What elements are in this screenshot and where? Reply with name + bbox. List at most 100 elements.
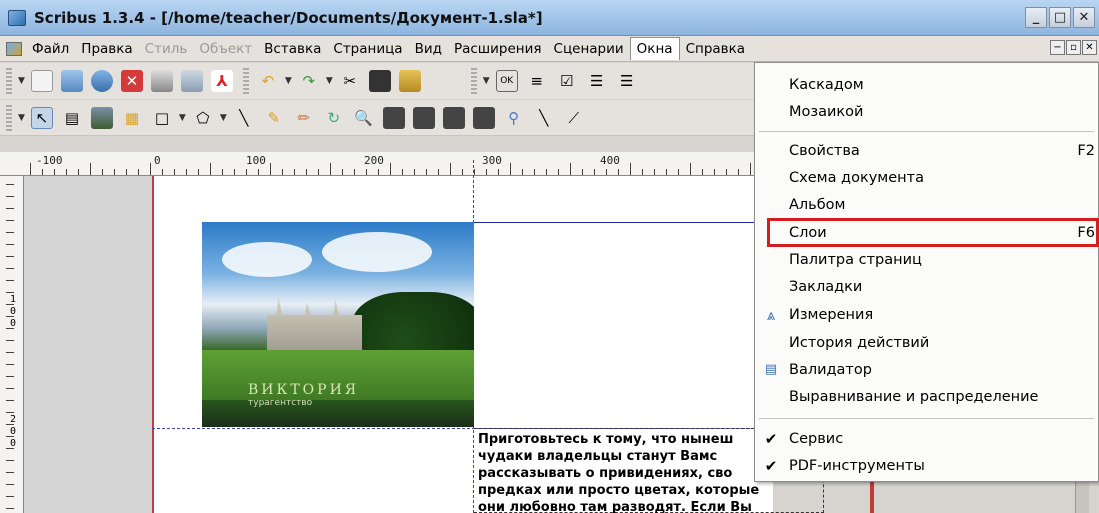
ruler-tick bbox=[6, 280, 14, 281]
ruler-tick bbox=[6, 220, 14, 221]
menu-item-scrapbook[interactable]: Альбом bbox=[755, 191, 1098, 218]
castle-image-frame[interactable]: ВИКТОРИЯ турагентство bbox=[202, 222, 474, 427]
menu-edit[interactable]: Правка bbox=[75, 38, 138, 60]
close-button[interactable]: ✕ bbox=[1073, 7, 1095, 28]
ruler-tick bbox=[6, 364, 14, 365]
ruler-tick bbox=[186, 169, 187, 175]
cut-icon[interactable]: ✂ bbox=[339, 70, 361, 92]
combobox-widget-icon[interactable]: ☰ bbox=[586, 70, 608, 92]
mdi-close-button[interactable]: ✕ bbox=[1082, 40, 1097, 55]
menu-style[interactable]: Стиль bbox=[139, 38, 194, 60]
menu-item-action-history[interactable]: История действий bbox=[755, 329, 1098, 356]
ruler-tick bbox=[546, 169, 547, 175]
ruler-tick bbox=[78, 169, 79, 175]
image-frame-icon[interactable] bbox=[90, 106, 113, 129]
maximize-button[interactable]: □ bbox=[1049, 7, 1071, 28]
checkbox-widget-icon[interactable]: ☑ bbox=[556, 70, 578, 92]
menu-file[interactable]: Файл bbox=[26, 38, 75, 60]
menu-item-tile[interactable]: Мозаикой bbox=[755, 98, 1098, 125]
menu-item-align-distribute[interactable]: Выравнивание и распределение bbox=[755, 383, 1098, 410]
file-toolbar: ▼ ✕ ⅄ ↶ ▼ ↷ ▼ ✂ ▼ OK ≡ ☑ ☰ ☰ bbox=[0, 63, 760, 99]
mdi-restore-button[interactable]: ▫ bbox=[1066, 40, 1081, 55]
edit-text-icon[interactable] bbox=[412, 106, 435, 129]
ruler-tick bbox=[114, 169, 115, 175]
toolbar-grip[interactable] bbox=[6, 104, 12, 131]
paste-icon[interactable] bbox=[398, 70, 421, 92]
dropdown-arrow-icon[interactable]: ▼ bbox=[18, 113, 25, 123]
undo-icon[interactable]: ↶ bbox=[257, 70, 279, 92]
select-pointer-icon[interactable]: ↖ bbox=[30, 106, 53, 129]
menu-item-cascade[interactable]: Каскадом bbox=[755, 71, 1098, 98]
ruler-tick bbox=[6, 196, 14, 197]
listbox-widget-icon[interactable]: ☰ bbox=[616, 70, 638, 92]
link-frames-icon[interactable] bbox=[442, 106, 465, 129]
menu-bar: Файл Правка Стиль Объект Вставка Страниц… bbox=[0, 36, 1099, 62]
ruler-tick bbox=[738, 169, 739, 175]
menu-insert[interactable]: Вставка bbox=[258, 38, 327, 60]
mdi-minimize-button[interactable]: − bbox=[1050, 40, 1065, 55]
ruler-tick bbox=[162, 169, 163, 175]
toolbar-grip[interactable] bbox=[242, 68, 249, 94]
text-frame-icon[interactable]: ▤ bbox=[61, 107, 83, 129]
toolbar-grip[interactable] bbox=[470, 68, 477, 94]
menu-item-properties[interactable]: Свойства F2 bbox=[755, 137, 1098, 164]
horizontal-ruler[interactable]: -100 0 100 200 300 400 bbox=[0, 152, 760, 176]
menu-item-measurements[interactable]: ⩓ Измерения bbox=[755, 301, 1098, 328]
rectangle-shape-icon[interactable]: □ bbox=[151, 107, 173, 129]
button-widget-icon[interactable]: OK bbox=[495, 70, 518, 92]
eyedropper-icon[interactable]: ⟋ bbox=[563, 107, 585, 129]
menu-item-tools[interactable]: ✔ Сервис bbox=[755, 425, 1098, 452]
dropdown-arrow-icon[interactable]: ▼ bbox=[220, 113, 227, 123]
unlink-frames-icon[interactable] bbox=[472, 106, 495, 129]
menu-help[interactable]: Справка bbox=[680, 38, 751, 60]
zoom-icon[interactable]: 🔍 bbox=[353, 107, 375, 129]
cloud bbox=[222, 242, 312, 277]
polygon-icon[interactable]: ⬠ bbox=[192, 107, 214, 129]
document-icon bbox=[6, 41, 22, 56]
menu-page[interactable]: Страница bbox=[327, 38, 408, 60]
export-pdf-icon[interactable]: ⅄ bbox=[210, 70, 233, 92]
edit-contents-icon[interactable] bbox=[382, 106, 405, 129]
menu-item-bookmarks[interactable]: Закладки bbox=[755, 273, 1098, 300]
rotate-icon[interactable]: ↻ bbox=[323, 107, 345, 129]
save-icon[interactable] bbox=[90, 70, 113, 92]
vertical-ruler[interactable]: 1 0 0 2 0 0 bbox=[0, 176, 24, 513]
text-field-icon[interactable]: ≡ bbox=[526, 70, 548, 92]
menu-item-pdf-tools[interactable]: ✔ PDF-инструменты bbox=[755, 452, 1098, 479]
menu-windows[interactable]: Окна bbox=[629, 37, 680, 60]
dropdown-arrow-icon[interactable]: ▼ bbox=[285, 76, 292, 86]
copy-icon[interactable] bbox=[368, 70, 391, 92]
ruler-label: -100 bbox=[36, 154, 63, 167]
minimize-button[interactable]: _ bbox=[1025, 7, 1047, 28]
dropdown-arrow-icon[interactable]: ▼ bbox=[179, 113, 186, 123]
toolbar-grip[interactable] bbox=[6, 68, 12, 94]
dropdown-arrow-icon[interactable]: ▼ bbox=[483, 76, 490, 86]
dropdown-arrow-icon[interactable]: ▼ bbox=[326, 76, 333, 86]
measurements-icon[interactable]: ⚲ bbox=[503, 107, 525, 129]
ruler-tick bbox=[282, 169, 283, 175]
ruler-tick bbox=[150, 163, 151, 175]
menu-scripts[interactable]: Сценарии bbox=[548, 38, 630, 60]
ruler-tick bbox=[234, 169, 235, 175]
print-icon[interactable] bbox=[150, 70, 173, 92]
redo-icon[interactable]: ↷ bbox=[298, 70, 320, 92]
menu-view[interactable]: Вид bbox=[409, 38, 448, 60]
close-document-icon[interactable]: ✕ bbox=[120, 70, 143, 92]
menu-item[interactable]: Объект bbox=[193, 38, 258, 60]
menu-item-page-palette[interactable]: Палитра страниц bbox=[755, 246, 1098, 273]
ruler-tick bbox=[6, 304, 14, 305]
copy-properties-icon[interactable]: ╲ bbox=[533, 107, 555, 129]
menu-item-outline[interactable]: Схема документа bbox=[755, 164, 1098, 191]
check-icon: ✔ bbox=[764, 456, 778, 475]
bezier-icon[interactable]: ✎ bbox=[263, 107, 285, 129]
ruler-tick bbox=[6, 508, 14, 509]
dropdown-arrow-icon[interactable]: ▼ bbox=[18, 76, 25, 86]
preflight-icon[interactable] bbox=[180, 70, 203, 92]
open-folder-icon[interactable] bbox=[60, 70, 83, 92]
table-icon[interactable]: ▦ bbox=[121, 107, 143, 129]
line-icon[interactable]: ╲ bbox=[233, 107, 255, 129]
freehand-icon[interactable]: ✏ bbox=[293, 107, 315, 129]
new-document-icon[interactable] bbox=[30, 70, 53, 92]
menu-item-validator[interactable]: ▤ Валидатор bbox=[755, 356, 1098, 383]
menu-extras[interactable]: Расширения bbox=[448, 38, 548, 60]
